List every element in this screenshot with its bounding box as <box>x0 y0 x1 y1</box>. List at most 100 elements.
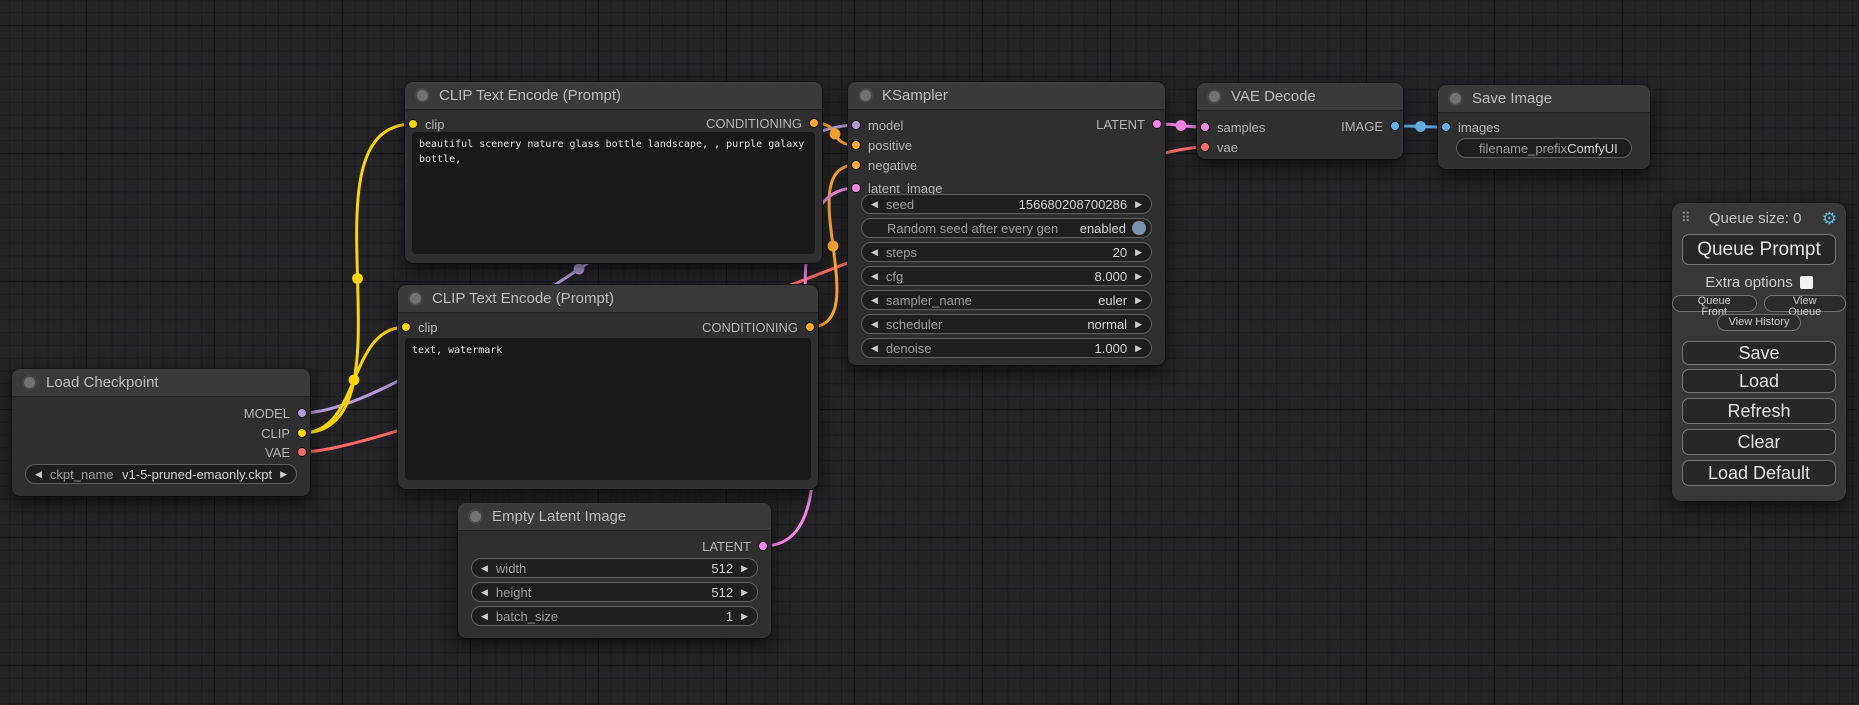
widget-denoise[interactable]: ◀denoise1.000▶ <box>861 338 1152 358</box>
increment-arrow-icon[interactable]: ▶ <box>1135 344 1142 353</box>
output-slot-label: VAE <box>265 445 290 460</box>
negative-input-port-icon[interactable] <box>851 160 861 170</box>
clip-input-port-icon[interactable] <box>401 322 411 332</box>
CONDITIONING-output-port-icon[interactable] <box>809 118 819 128</box>
increment-arrow-icon[interactable]: ▶ <box>280 470 287 479</box>
decrement-arrow-icon[interactable]: ◀ <box>871 320 878 329</box>
increment-arrow-icon[interactable]: ▶ <box>1135 320 1142 329</box>
input-slot-label: model <box>868 118 903 133</box>
node-title-bar[interactable]: KSampler <box>848 82 1165 110</box>
decrement-arrow-icon[interactable]: ◀ <box>481 588 488 597</box>
latent_image-input-port-icon[interactable] <box>851 183 861 193</box>
images-input-port-icon[interactable] <box>1441 122 1451 132</box>
link-midpoint-dot-icon <box>1176 120 1187 131</box>
node-vae-decode[interactable]: VAE DecodesamplesvaeIMAGE <box>1197 83 1403 159</box>
decrement-arrow-icon[interactable]: ◀ <box>481 564 488 573</box>
decrement-arrow-icon[interactable]: ◀ <box>35 470 42 479</box>
increment-arrow-icon[interactable]: ▶ <box>1135 248 1142 257</box>
collapse-dot-icon[interactable] <box>1448 91 1463 106</box>
IMAGE-output-port-icon[interactable] <box>1390 121 1400 131</box>
load-button[interactable]: Load <box>1682 369 1836 393</box>
widget-random-seed-after-every-gen[interactable]: Random seed after every genenabled <box>861 218 1152 238</box>
collapse-dot-icon[interactable] <box>1207 89 1222 104</box>
increment-arrow-icon[interactable]: ▶ <box>741 564 748 573</box>
samples-input-port-icon[interactable] <box>1200 122 1210 132</box>
collapse-dot-icon[interactable] <box>858 88 873 103</box>
queue-panel-header: ⠿ Queue size: 0 ⚙ <box>1672 207 1846 229</box>
save-button[interactable]: Save <box>1682 341 1836 365</box>
widget-label: height <box>496 585 531 600</box>
node-save-image[interactable]: Save Imageimagesfilename_prefixComfyUI <box>1438 85 1650 169</box>
prompt-textarea[interactable]: beautiful scenery nature glass bottle la… <box>412 132 815 254</box>
model-input-port-icon[interactable] <box>851 120 861 130</box>
widget-width[interactable]: ◀width512▶ <box>471 558 758 578</box>
clip-input-port-icon[interactable] <box>408 119 418 129</box>
decrement-arrow-icon[interactable]: ◀ <box>481 612 488 621</box>
widget-sampler-name[interactable]: ◀sampler_nameeuler▶ <box>861 290 1152 310</box>
widget-label: sampler_name <box>886 293 972 308</box>
output-slot-label: CLIP <box>261 426 290 441</box>
clear-button[interactable]: Clear <box>1682 429 1836 455</box>
load-default-button[interactable]: Load Default <box>1682 460 1836 486</box>
node-load-checkpoint[interactable]: Load CheckpointMODELCLIPVAE◀ckpt_namev1-… <box>12 369 310 496</box>
widget-filename-prefix[interactable]: filename_prefixComfyUI <box>1456 138 1632 158</box>
prompt-textarea[interactable]: text, watermark <box>405 338 811 480</box>
collapse-dot-icon[interactable] <box>415 88 430 103</box>
output-slot-CONDITIONING: CONDITIONING <box>702 318 815 336</box>
collapse-dot-icon[interactable] <box>22 375 37 390</box>
decrement-arrow-icon[interactable]: ◀ <box>871 272 878 281</box>
widget-ckpt-name[interactable]: ◀ckpt_namev1-5-pruned-emaonly.ckpt▶ <box>25 464 297 484</box>
VAE-output-port-icon[interactable] <box>297 447 307 457</box>
node-title-bar[interactable]: CLIP Text Encode (Prompt) <box>398 285 818 313</box>
decrement-arrow-icon[interactable]: ◀ <box>871 344 878 353</box>
collapse-dot-icon[interactable] <box>468 509 483 524</box>
node-ksampler[interactable]: KSamplermodelpositivenegativelatent_imag… <box>848 82 1165 365</box>
node-title-bar[interactable]: Load Checkpoint <box>12 369 310 397</box>
node-title-bar[interactable]: Empty Latent Image <box>458 503 771 531</box>
widget-batch-size[interactable]: ◀batch_size1▶ <box>471 606 758 626</box>
widget-seed[interactable]: ◀seed156680208700286▶ <box>861 194 1152 214</box>
widget-steps[interactable]: ◀steps20▶ <box>861 242 1152 262</box>
decrement-arrow-icon[interactable]: ◀ <box>871 248 878 257</box>
node-title-bar[interactable]: Save Image <box>1438 85 1650 113</box>
collapse-dot-icon[interactable] <box>408 291 423 306</box>
LATENT-output-port-icon[interactable] <box>758 541 768 551</box>
decrement-arrow-icon[interactable]: ◀ <box>871 200 878 209</box>
decrement-arrow-icon[interactable]: ◀ <box>871 296 878 305</box>
increment-arrow-icon[interactable]: ▶ <box>1135 200 1142 209</box>
queue-front-button[interactable]: Queue Front <box>1672 295 1757 312</box>
increment-arrow-icon[interactable]: ▶ <box>1135 272 1142 281</box>
history-pill-row: View History <box>1672 314 1846 331</box>
node-clip-text-encode-2[interactable]: CLIP Text Encode (Prompt)clipCONDITIONIN… <box>398 285 818 489</box>
gear-icon[interactable]: ⚙ <box>1822 210 1837 227</box>
input-slot-label: vae <box>1217 140 1238 155</box>
node-empty-latent-image[interactable]: Empty Latent ImageLATENT◀width512▶◀heigh… <box>458 503 771 638</box>
CLIP-output-port-icon[interactable] <box>297 428 307 438</box>
node-title: CLIP Text Encode (Prompt) <box>439 87 621 104</box>
node-title-bar[interactable]: CLIP Text Encode (Prompt) <box>405 82 822 110</box>
toggle-knob-icon[interactable] <box>1132 221 1146 235</box>
widget-scheduler[interactable]: ◀schedulernormal▶ <box>861 314 1152 334</box>
node-graph-canvas[interactable]: Load CheckpointMODELCLIPVAE◀ckpt_namev1-… <box>0 0 1859 705</box>
MODEL-output-port-icon[interactable] <box>297 408 307 418</box>
increment-arrow-icon[interactable]: ▶ <box>741 588 748 597</box>
extra-options-checkbox[interactable] <box>1800 276 1813 289</box>
widget-cfg[interactable]: ◀cfg8.000▶ <box>861 266 1152 286</box>
output-slot-LATENT: LATENT <box>702 537 768 555</box>
CONDITIONING-output-port-icon[interactable] <box>805 322 815 332</box>
output-slot-label: CONDITIONING <box>702 320 798 335</box>
increment-arrow-icon[interactable]: ▶ <box>1135 296 1142 305</box>
vae-input-port-icon[interactable] <box>1200 142 1210 152</box>
view-history-button[interactable]: View History <box>1717 314 1802 331</box>
LATENT-output-port-icon[interactable] <box>1152 119 1162 129</box>
positive-input-port-icon[interactable] <box>851 140 861 150</box>
queue-prompt-button[interactable]: Queue Prompt <box>1682 234 1836 265</box>
widget-height[interactable]: ◀height512▶ <box>471 582 758 602</box>
link-midpoint-dot-icon <box>352 273 363 284</box>
node-title-bar[interactable]: VAE Decode <box>1197 83 1403 111</box>
view-queue-button[interactable]: View Queue <box>1764 295 1847 312</box>
drag-handle-icon[interactable]: ⠿ <box>1681 210 1689 226</box>
node-clip-text-encode-1[interactable]: CLIP Text Encode (Prompt)clipCONDITIONIN… <box>405 82 822 263</box>
increment-arrow-icon[interactable]: ▶ <box>741 612 748 621</box>
refresh-button[interactable]: Refresh <box>1682 398 1836 424</box>
